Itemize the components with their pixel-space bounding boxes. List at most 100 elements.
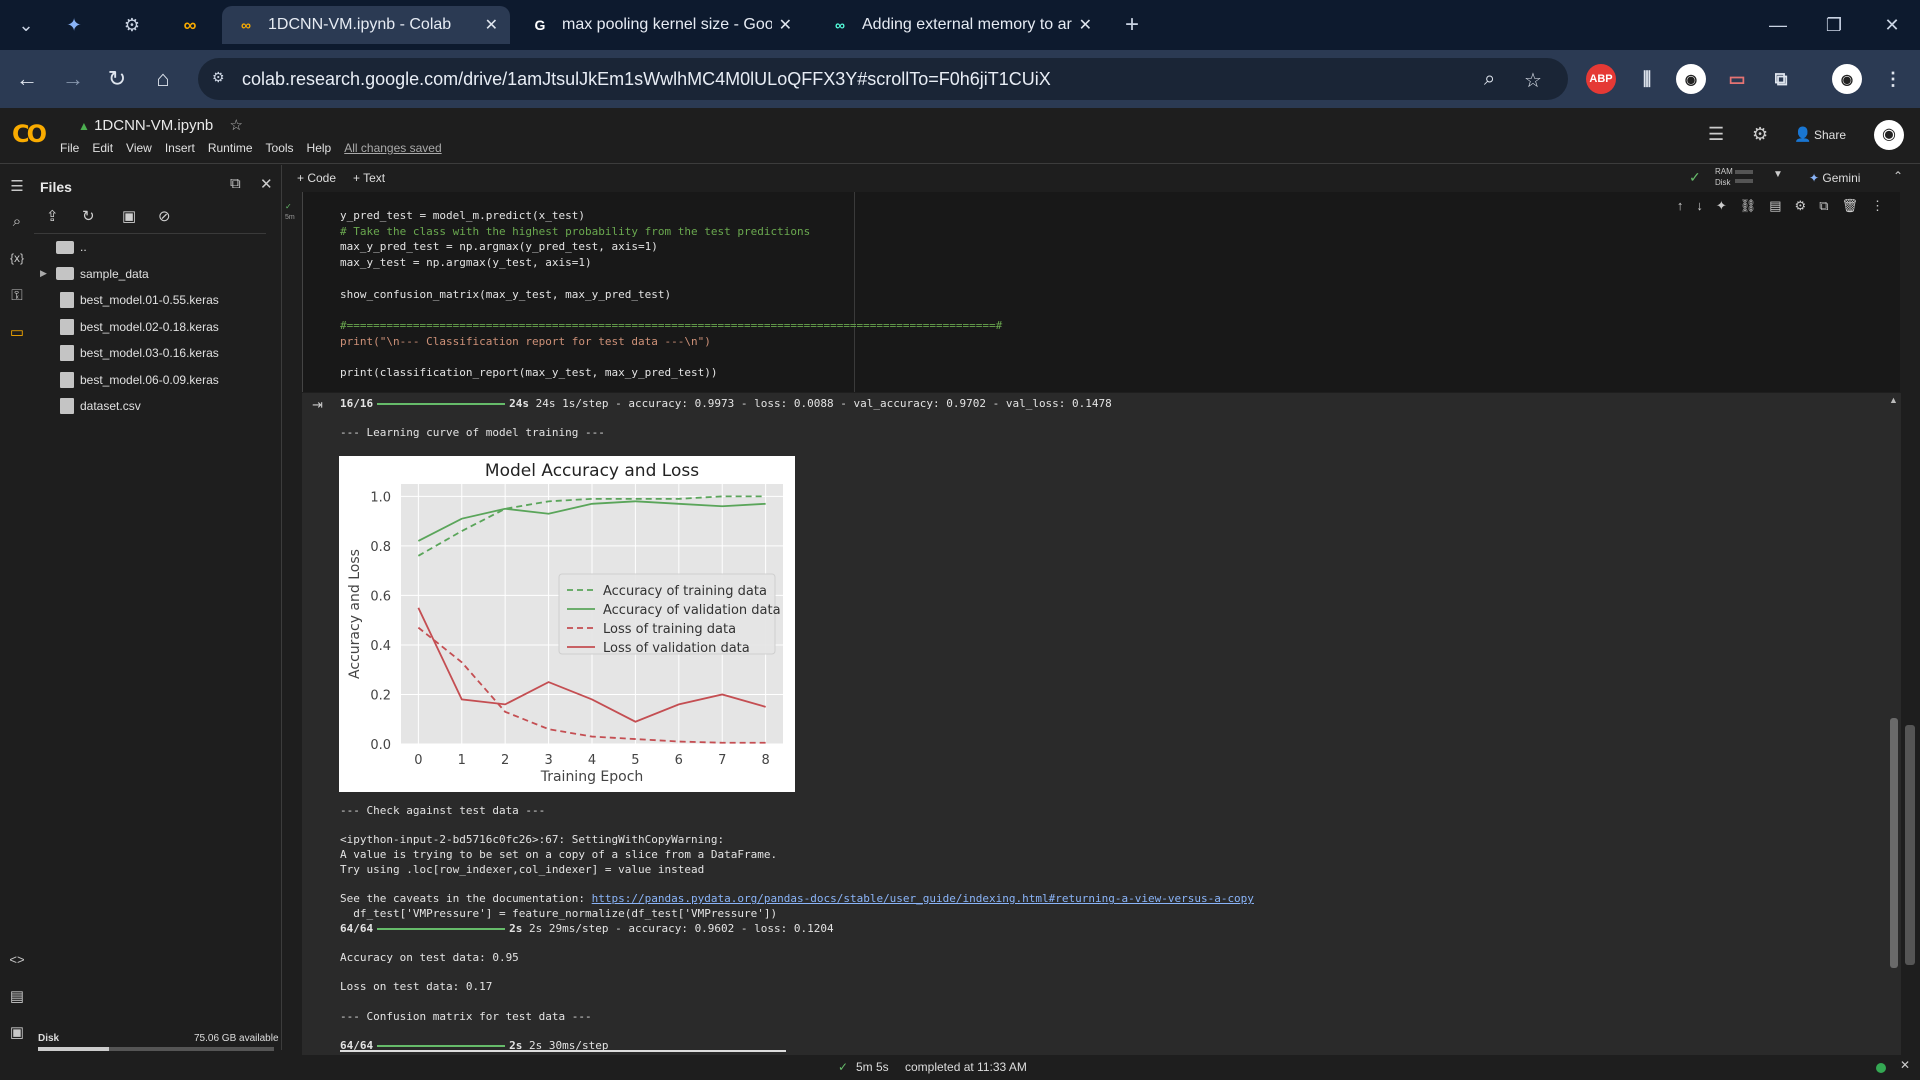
page-scrollbar-thumb[interactable] [1905,725,1915,965]
cell-settings-icon[interactable]: ⚙ [1795,198,1807,214]
bookmark-star-icon[interactable]: ☆ [1524,68,1542,93]
list-item[interactable]: dataset.csv [34,393,266,420]
add-code-button[interactable]: + Code [297,171,336,185]
terminal-icon[interactable]: ▣ [6,1023,28,1045]
forward-button[interactable]: → [58,64,88,94]
secrets-key-icon[interactable]: ⚿ [6,287,28,309]
refresh-icon[interactable]: ↻ [82,207,95,225]
code-cell[interactable]: y_pred_test = model_m.predict(x_test) # T… [302,192,1900,392]
legend-label: Accuracy of training data [603,584,767,599]
list-item[interactable]: best_model.02-0.18.keras [34,314,266,341]
scroll-up-icon[interactable]: ▲ [1889,395,1898,405]
comment-icon[interactable]: ▤ [1769,198,1781,214]
command-palette-icon[interactable]: ▤ [6,987,28,1009]
link-icon[interactable]: ⛓ [1740,198,1757,214]
tab-external-memory[interactable]: ∞ Adding external memory to ard ✕ [816,6,1104,44]
code-snippets-icon[interactable]: <> [6,952,28,974]
output-scrollbar[interactable]: ▲ [1887,393,1901,1055]
profile-avatar-icon[interactable]: ◉ [1832,64,1862,94]
menu-edit[interactable]: Edit [92,141,113,155]
more-options-icon[interactable]: ⋮ [1871,198,1884,214]
share-button[interactable]: Share [1814,128,1846,142]
tab-colab-notebook[interactable]: ∞ 1DCNN-VM.ipynb - Colab ✕ [222,6,510,44]
cast-extension-icon[interactable]: ▭ [1722,64,1752,94]
settings-gear-icon[interactable]: ⚙ [1752,124,1768,145]
gemini-cell-icon[interactable]: ✦ [1716,198,1727,214]
collapse-header-icon[interactable]: ⌃ [1893,169,1903,183]
back-button[interactable]: ← [12,64,42,94]
menu-help[interactable]: Help [307,141,332,155]
save-status[interactable]: All changes saved [344,141,441,155]
audio-extension-icon[interactable]: ⫼ [1632,64,1662,94]
code-editor[interactable]: y_pred_test = model_m.predict(x_test) # T… [340,208,1002,381]
variables-icon[interactable]: {x} [6,251,28,273]
cell-output[interactable]: ⇥ 16/16 24s 24s 1s/step - accuracy: 0.997… [302,393,1887,1055]
close-window-button[interactable]: ✕ [1870,10,1914,40]
extensions-puzzle-icon[interactable]: ⧉ [1766,64,1796,94]
menu-insert[interactable]: Insert [165,141,195,155]
colab-pinned-tab-icon[interactable]: ∞ [168,10,212,40]
list-item[interactable]: best_model.01-0.55.keras [34,287,266,314]
files-folder-icon[interactable]: ▭ [6,323,28,345]
disk-label-toolbar[interactable]: Disk [1715,178,1731,187]
list-item[interactable]: best_model.03-0.16.keras [34,340,266,367]
close-tab-icon[interactable]: ✕ [485,15,498,35]
expand-chevron-icon[interactable]: ▶ [40,268,56,279]
gemini-tab-icon[interactable]: ✦ [52,10,96,40]
list-item[interactable]: .. [34,234,266,261]
scrollbar-thumb[interactable] [1890,718,1898,968]
elapsed-time[interactable]: 5m 5s [856,1060,889,1074]
mount-drive-icon[interactable]: ▣ [122,207,136,225]
comments-icon[interactable]: ☰ [1708,124,1724,145]
adblock-extension-icon[interactable]: ABP [1586,64,1616,94]
search-icon[interactable]: ⌕ [6,213,28,235]
browser-menu-icon[interactable]: ⋮ [1878,64,1908,94]
close-status-icon[interactable]: ✕ [1900,1058,1910,1072]
notebook-title[interactable]: 1DCNN-VM.ipynb [94,117,213,134]
completed-time[interactable]: completed at 11:33 AM [905,1060,1027,1074]
output-hscroll[interactable] [340,1050,786,1052]
add-text-button[interactable]: + Text [353,171,385,185]
table-of-contents-icon[interactable]: ☰ [6,177,28,199]
list-item[interactable]: best_model.06-0.09.keras [34,367,266,394]
output-actions-icon[interactable]: ⇥ [312,397,323,413]
ram-label[interactable]: RAM [1715,167,1733,176]
tab-google-search[interactable]: G max pooling kernel size - Goog ✕ [516,6,804,44]
site-info-icon[interactable]: ⚙ [212,69,232,89]
new-window-icon[interactable]: ⧉ [230,175,241,192]
menu-runtime[interactable]: Runtime [208,141,253,155]
restore-window-button[interactable]: ❐ [1812,10,1856,40]
upload-file-icon[interactable]: ⇪ [46,207,59,225]
tab-search-icon[interactable]: ⌄ [4,10,48,40]
menu-bar: File Edit View Insert Runtime Tools Help… [60,141,442,155]
extension-avatar-icon[interactable]: ◉ [1676,64,1706,94]
home-button[interactable]: ⌂ [148,64,178,94]
menu-tools[interactable]: Tools [266,141,294,155]
hide-files-icon[interactable]: ⊘ [158,207,171,225]
x-tick-label: 4 [588,753,596,768]
account-avatar[interactable]: ◉ [1874,120,1904,150]
runtime-dropdown-icon[interactable]: ▼ [1773,169,1783,180]
close-tab-icon[interactable]: ✕ [1079,15,1092,35]
move-down-icon[interactable]: ↓ [1696,198,1703,214]
new-tab-button[interactable]: + [1110,10,1154,40]
move-up-icon[interactable]: ↑ [1677,198,1684,214]
zoom-icon[interactable]: ⌕ [1484,68,1495,91]
menu-view[interactable]: View [126,141,152,155]
gemini-button[interactable]: ✦ Gemini [1809,171,1860,185]
reload-button[interactable]: ↻ [102,64,132,94]
delete-cell-icon[interactable]: 🗑 [1841,198,1858,214]
star-icon[interactable]: ☆ [229,117,242,134]
address-bar[interactable]: ⚙ colab.research.google.com/drive/1amJts… [198,58,1568,100]
menu-file[interactable]: File [60,141,79,155]
close-panel-icon[interactable]: ✕ [260,175,273,193]
accuracy-line: Accuracy on test data: 0.95 [340,951,519,965]
mirror-cell-icon[interactable]: ⧉ [1819,198,1828,214]
list-item[interactable]: ▶ sample_data [34,261,266,288]
close-tab-icon[interactable]: ✕ [779,15,792,35]
minimize-window-button[interactable]: — [1756,10,1800,40]
colab-logo[interactable]: CO [12,120,47,148]
chatgpt-tab-icon[interactable]: ⚙ [110,10,154,40]
pandas-docs-link[interactable]: https://pandas.pydata.org/pandas-docs/st… [592,892,1254,905]
notebook-toolbar: + Code + Text ✓ RAM Disk ▼ ✦ Gemini ⌃ [283,165,1920,191]
